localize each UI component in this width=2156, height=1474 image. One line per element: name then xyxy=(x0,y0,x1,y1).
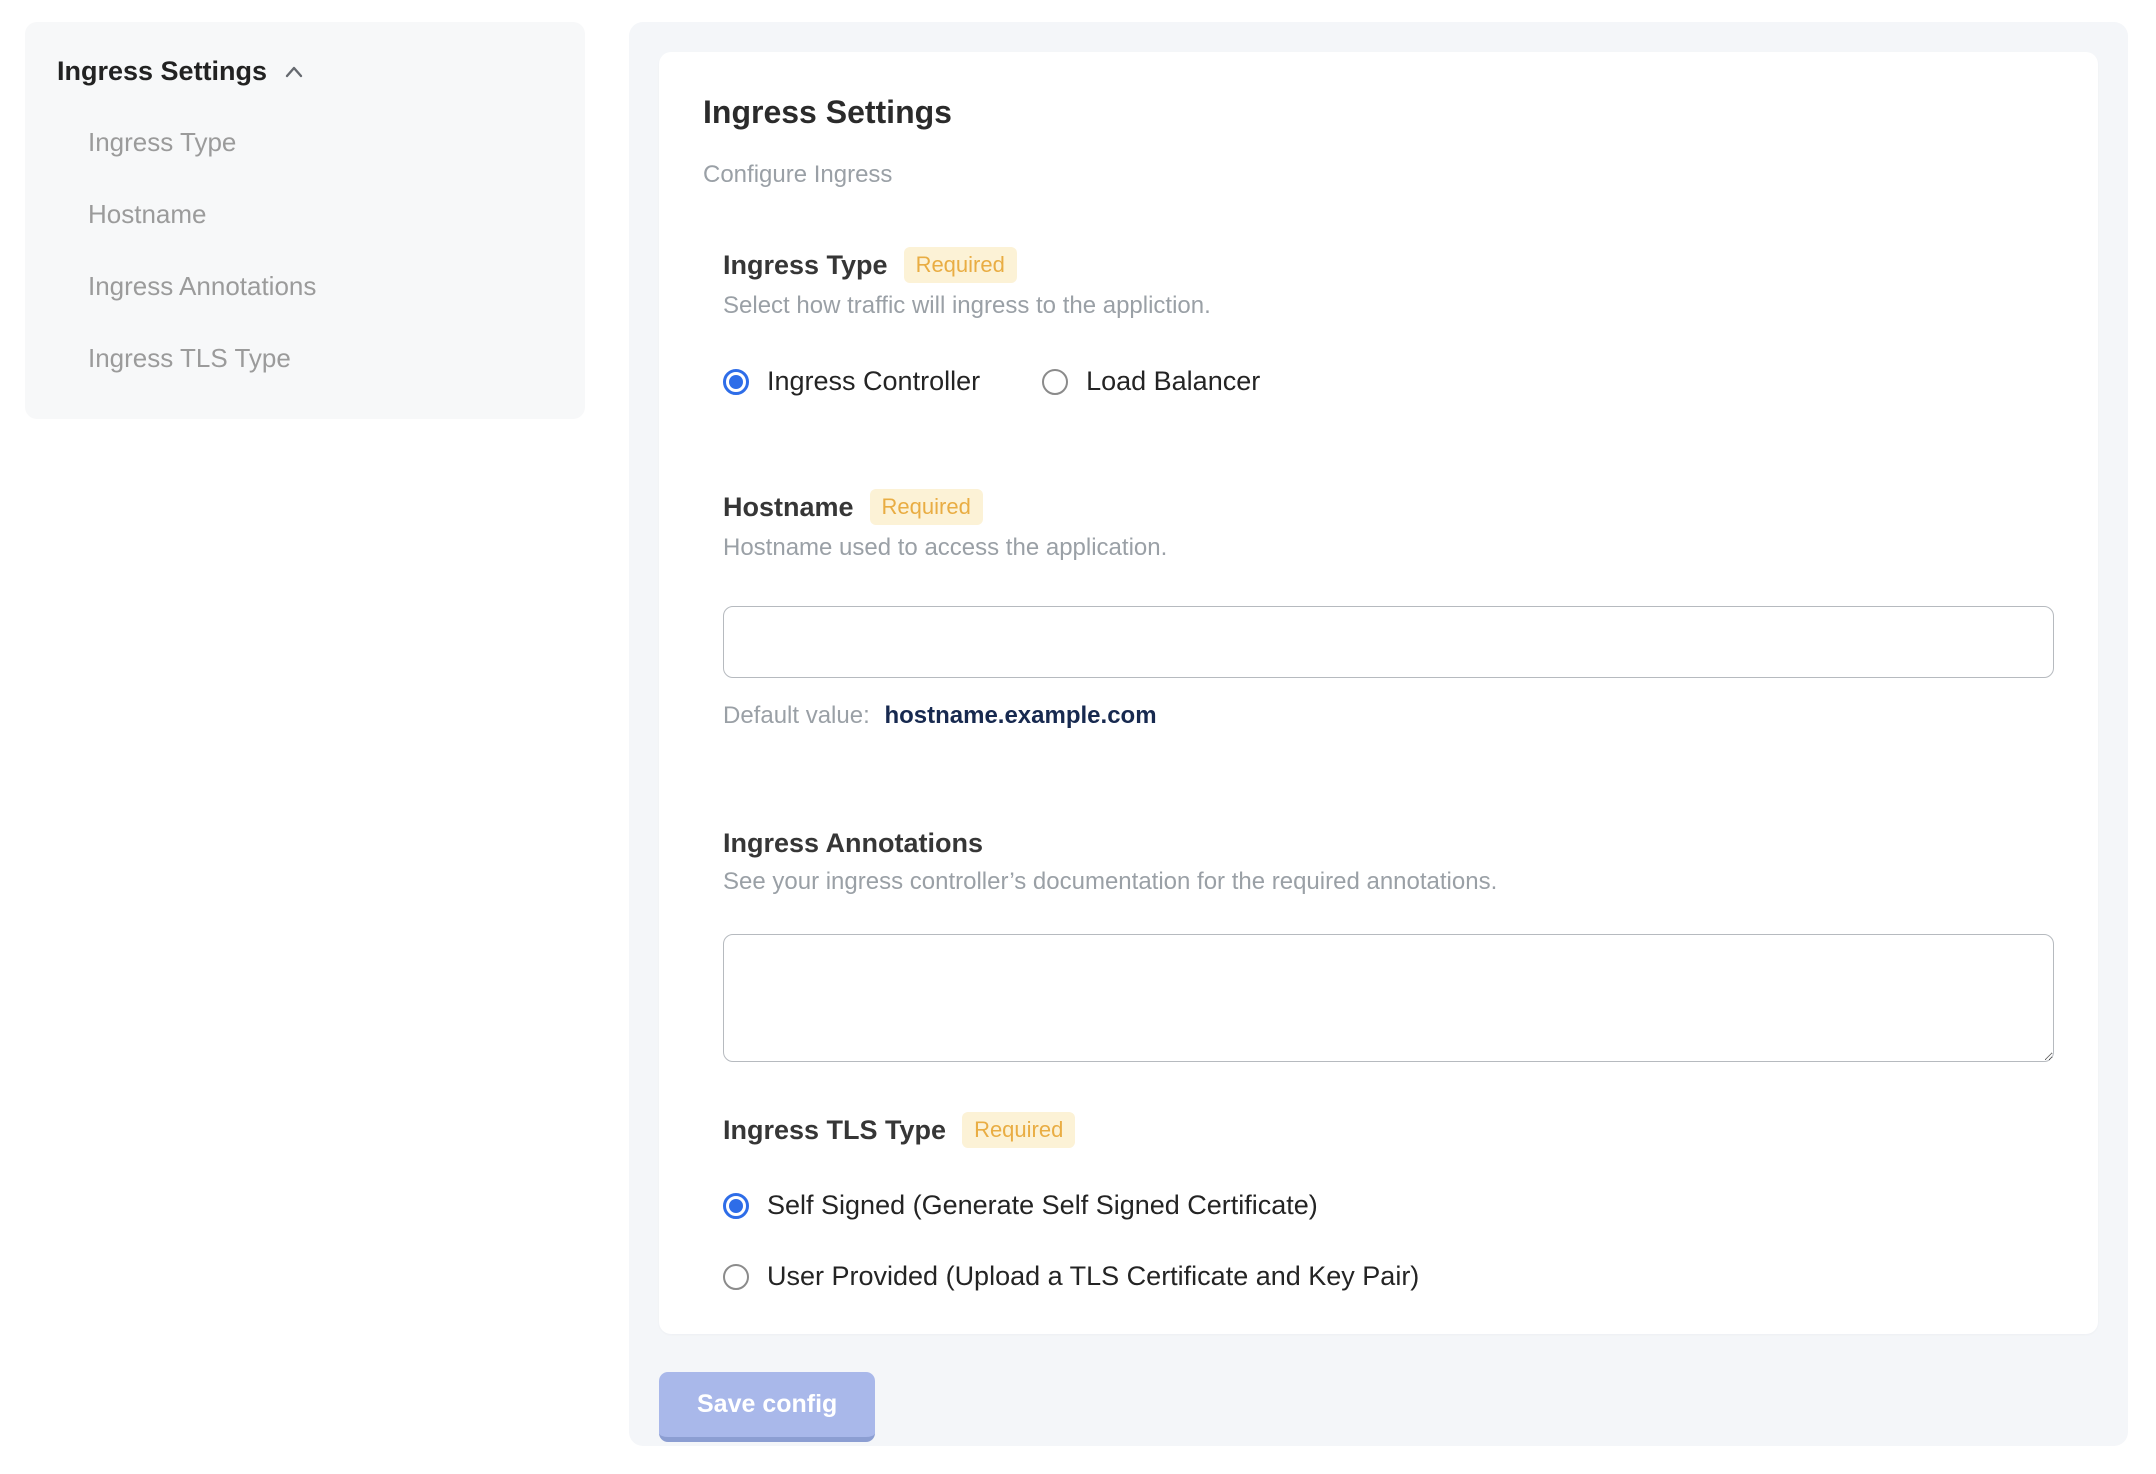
field-label-ingress-annotations: Ingress Annotations xyxy=(723,828,984,858)
required-badge: Required xyxy=(903,247,1017,283)
section-ingress-annotations: Ingress Annotations See your ingress con… xyxy=(723,828,2054,1062)
sidebar-nav: Ingress Type Hostname Ingress Annotation… xyxy=(57,127,553,374)
sidebar-item-ingress-tls-type[interactable]: Ingress TLS Type xyxy=(88,343,553,374)
radio-label: Self Signed (Generate Self Signed Certif… xyxy=(767,1190,1318,1220)
radio-label: User Provided (Upload a TLS Certificate … xyxy=(767,1261,1420,1291)
tls-type-radio-group: Self Signed (Generate Self Signed Certif… xyxy=(723,1190,2054,1292)
default-value-text: hostname.example.com xyxy=(884,702,1157,729)
page-title: Ingress Settings xyxy=(703,94,952,130)
default-value-line: Default value: hostname.example.com xyxy=(723,702,2054,730)
sidebar-item-hostname[interactable]: Hostname xyxy=(88,199,553,230)
ingress-type-radio-group: Ingress Controller Load Balancer xyxy=(723,366,2054,397)
radio-label: Load Balancer xyxy=(1086,366,1261,396)
radio-ingress-controller[interactable]: Ingress Controller xyxy=(723,366,980,397)
section-heading: Ingress TLS Type Required xyxy=(723,1112,2054,1148)
section-heading: Ingress Annotations xyxy=(723,828,2054,859)
save-config-button[interactable]: Save config xyxy=(659,1372,876,1442)
ingress-settings-card: Ingress Settings Configure Ingress Ingre… xyxy=(659,52,2098,1334)
section-ingress-type: Ingress Type Required Select how traffic… xyxy=(723,247,2054,397)
radio-self-signed[interactable]: Self Signed (Generate Self Signed Certif… xyxy=(723,1190,2054,1221)
settings-nav-sidebar: Ingress Settings Ingress Type Hostname I… xyxy=(25,22,585,419)
chevron-up-icon xyxy=(281,59,307,85)
radio-button-icon xyxy=(1042,368,1069,395)
section-heading: Hostname Required xyxy=(723,489,2054,525)
field-description: Select how traffic will ingress to the a… xyxy=(723,292,1211,319)
radio-button-icon xyxy=(723,368,749,395)
page-subtitle: Configure Ingress xyxy=(703,161,893,188)
section-hostname: Hostname Required Hostname used to acces… xyxy=(723,489,2054,730)
field-label-hostname: Hostname xyxy=(723,491,854,522)
hostname-input[interactable] xyxy=(723,606,2054,678)
form-sections: Ingress Type Required Select how traffic… xyxy=(723,247,2054,1292)
required-badge: Required xyxy=(962,1112,1076,1148)
section-ingress-tls-type: Ingress TLS Type Required Self Signed (G… xyxy=(723,1112,2054,1292)
ingress-annotations-textarea[interactable] xyxy=(723,934,2054,1062)
settings-panel: Ingress Settings Configure Ingress Ingre… xyxy=(629,22,2128,1446)
sidebar-item-ingress-type[interactable]: Ingress Type xyxy=(88,127,553,158)
field-description: See your ingress controller’s documentat… xyxy=(723,868,1498,895)
sidebar-item-ingress-annotations[interactable]: Ingress Annotations xyxy=(88,271,553,302)
sidebar-section-toggle[interactable]: Ingress Settings xyxy=(57,56,553,87)
field-description: Hostname used to access the application. xyxy=(723,534,1168,561)
field-label-ingress-tls-type: Ingress TLS Type xyxy=(723,1114,947,1145)
field-label-ingress-type: Ingress Type xyxy=(723,249,888,280)
radio-user-provided[interactable]: User Provided (Upload a TLS Certificate … xyxy=(723,1261,2054,1292)
required-badge: Required xyxy=(869,489,983,525)
sidebar-section-title: Ingress Settings xyxy=(57,56,268,86)
section-heading: Ingress Type Required xyxy=(723,247,2054,283)
default-value-label: Default value: xyxy=(723,702,870,729)
radio-button-icon xyxy=(723,1192,749,1219)
radio-button-icon xyxy=(723,1263,749,1290)
radio-load-balancer[interactable]: Load Balancer xyxy=(1042,366,1260,397)
radio-label: Ingress Controller xyxy=(767,366,981,396)
